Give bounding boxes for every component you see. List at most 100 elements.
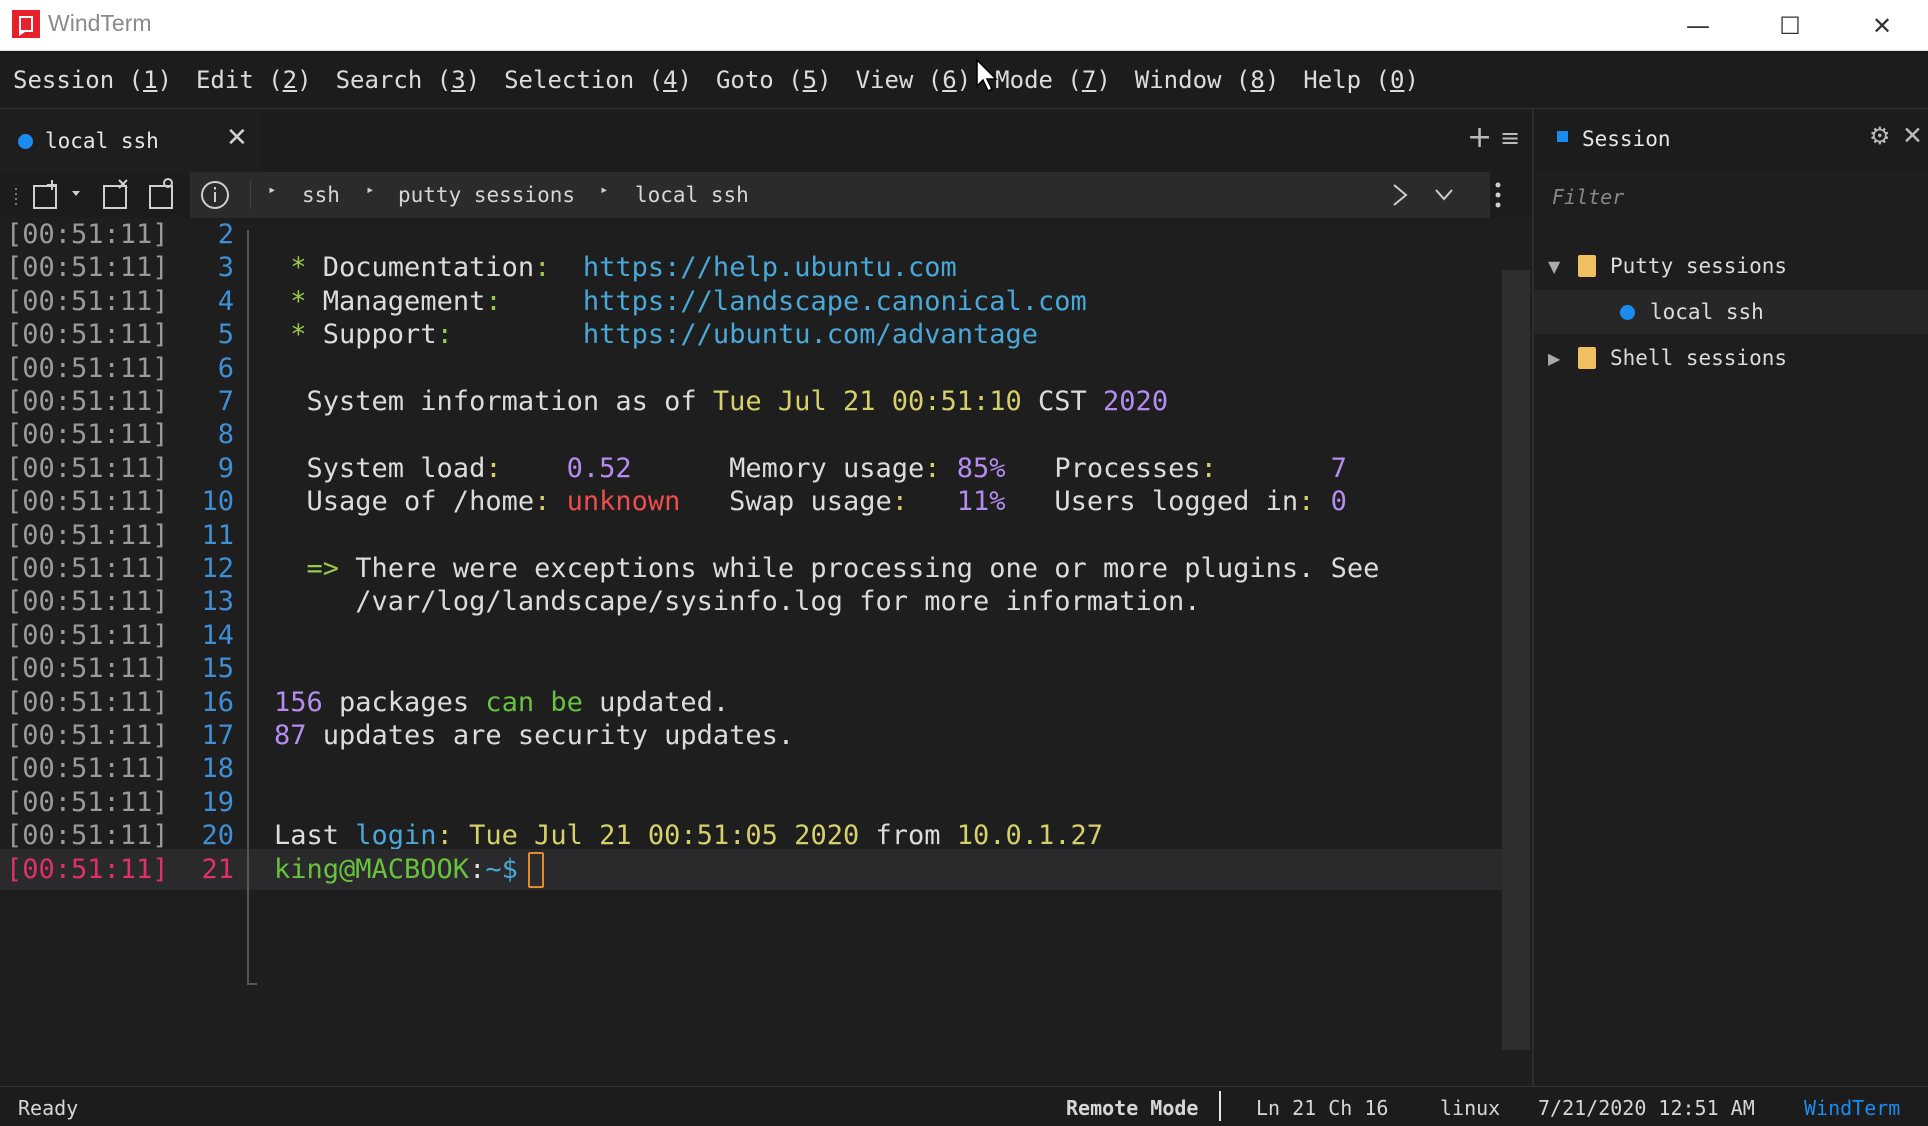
folder-icon: [1578, 255, 1596, 277]
tab-bar: local ssh ✕ + ≡: [0, 110, 1532, 172]
menu-item-view[interactable]: View (6): [856, 66, 972, 94]
tree-item-label: Shell sessions: [1610, 346, 1788, 370]
status-os[interactable]: linux: [1440, 1096, 1500, 1120]
line-content: king@MACBOOK:~$: [274, 849, 544, 890]
fold-guide-end: [247, 983, 257, 985]
line-text-segment: 10.0.1.27: [956, 820, 1104, 852]
breadcrumb-arrow-icon: ▸: [268, 182, 277, 198]
expand-chevron-right-icon[interactable]: ▶: [1548, 349, 1560, 368]
line-text-segment: :: [436, 820, 470, 852]
chevron-down-icon[interactable]: [1434, 187, 1454, 203]
toolbar: ▸ ssh ▸ putty sessions ▸ local ssh: [0, 172, 1532, 218]
menu-item-label: Goto: [715, 65, 774, 94]
terminal-output[interactable]: [00:51:11] 2 [00:51:11] 3 * Documentation: …: [0, 218, 1502, 1086]
gear-icon[interactable]: ⚙: [1869, 122, 1891, 150]
forward-chevron-icon[interactable]: [1390, 183, 1410, 207]
menu-item-help[interactable]: Help (0): [1303, 66, 1419, 94]
expand-chevron-down-icon[interactable]: ▼: [1548, 257, 1560, 276]
terminal-scrollbar[interactable]: [1502, 270, 1530, 1050]
line-text-segment: There were exceptions while processing o…: [355, 553, 1380, 584]
line-text-segment: 156: [274, 686, 323, 718]
breadcrumb-item-putty-sessions[interactable]: putty sessions: [398, 183, 575, 207]
minimize-button[interactable]: —: [1652, 0, 1744, 51]
session-panel: Session ⚙ ✕ ▼ Putty sessions local ssh ▶…: [1532, 110, 1928, 1086]
tree-item-local-ssh[interactable]: local ssh: [1534, 290, 1928, 334]
line-text-segment[interactable]: https://help.ubuntu.com: [583, 252, 957, 283]
menu-item-session[interactable]: Session (1): [13, 66, 172, 94]
line-text-segment: 87: [274, 720, 307, 751]
breadcrumb-divider: [250, 181, 251, 209]
menu-item-shortcut: 8: [1250, 65, 1265, 94]
breadcrumb-item-local-ssh[interactable]: local ssh: [635, 183, 749, 207]
folder-icon: [1578, 347, 1596, 369]
close-session-icon[interactable]: [103, 179, 128, 209]
line-text-segment: packages: [322, 686, 486, 718]
line-timestamp: [00:51:11]: [6, 853, 169, 885]
menu-item-window[interactable]: Window (8): [1135, 66, 1280, 94]
line-text-segment: Tue Jul 21 00:51:10: [712, 386, 1022, 417]
line-text-segment: *: [274, 252, 323, 284]
menu-bar: Session (1) Edit (2) Search (3) Selection (…: [0, 51, 1928, 109]
breadcrumb-item-ssh[interactable]: ssh: [302, 183, 340, 207]
tab-list-menu-icon[interactable]: ≡: [1500, 124, 1520, 152]
menu-item-label: Search: [335, 65, 423, 94]
menu-item-shortcut: 1: [143, 65, 158, 94]
menu-item-search[interactable]: Search (3): [336, 66, 481, 94]
tree-item-putty-sessions[interactable]: ▼ Putty sessions: [1534, 244, 1928, 288]
menu-item-label: Help: [1303, 65, 1362, 94]
tab-local-ssh[interactable]: local ssh ✕: [0, 110, 260, 172]
line-text-segment[interactable]: https://ubuntu.com/advantage: [583, 319, 1038, 350]
line-text-segment[interactable]: https://landscape.canonical.com: [583, 286, 1087, 317]
mouse-pointer-icon: [976, 58, 998, 93]
tab-close-icon[interactable]: ✕: [226, 123, 248, 153]
window-title: WindTerm: [48, 10, 152, 36]
menu-item-shortcut: 4: [663, 65, 678, 94]
line-text-segment: Last: [274, 820, 356, 852]
line-text-segment: Support: [322, 319, 437, 351]
info-icon[interactable]: [200, 180, 230, 210]
panel-close-icon[interactable]: ✕: [1902, 121, 1923, 150]
line-text-segment: System load: [274, 452, 486, 484]
session-panel-title[interactable]: Session: [1582, 127, 1671, 151]
new-session-icon[interactable]: [33, 180, 57, 209]
status-mode[interactable]: Remote Mode: [1066, 1096, 1198, 1120]
line-text-segment: :: [534, 486, 567, 518]
title-bar: WindTerm — ☐ ✕: [0, 0, 1928, 51]
fold-guide-line: [247, 230, 249, 985]
duplicate-session-icon[interactable]: [149, 178, 173, 209]
status-bar: Ready Remote Mode Ln 21 Ch 16 linux 7/21…: [0, 1086, 1928, 1126]
status-cursor-position[interactable]: Ln 21 Ch 16: [1256, 1096, 1388, 1120]
tree-item-label: Putty sessions: [1610, 254, 1788, 278]
tab-label: local ssh: [45, 129, 159, 153]
session-filter-input[interactable]: [1542, 176, 1922, 218]
line-text-segment: :: [485, 285, 583, 317]
line-text-segment: :: [891, 486, 957, 518]
line-text-segment: 7: [1330, 452, 1347, 484]
tree-item-shell-sessions[interactable]: ▶ Shell sessions: [1534, 336, 1928, 380]
line-text-segment: Tue Jul 21 00:51:05 2020: [469, 820, 860, 852]
menu-item-shortcut: 2: [282, 65, 298, 94]
new-tab-icon[interactable]: +: [1467, 120, 1492, 155]
line-text-segment: unknown: [566, 486, 681, 518]
maximize-icon: ☐: [1779, 11, 1801, 40]
session-status-dot-icon: [1620, 304, 1635, 320]
breadcrumb: ▸ ssh ▸ putty sessions ▸ local ssh: [190, 172, 1490, 218]
close-button[interactable]: ✕: [1836, 0, 1928, 51]
line-text-segment: :: [534, 252, 583, 284]
terminal-cursor: [527, 852, 544, 889]
session-panel-header: Session ⚙ ✕: [1534, 110, 1928, 172]
line-text-segment: Processes: [1005, 452, 1201, 484]
menu-item-mode[interactable]: Mode (7): [995, 66, 1111, 94]
terminal-current-line: [00:51:11] 21 king@MACBOOK:~$: [0, 848, 1502, 890]
line-text-segment: 0.52: [566, 452, 632, 484]
more-options-icon[interactable]: [1490, 180, 1506, 210]
dropdown-chevron-icon[interactable]: [72, 191, 80, 196]
line-text-segment: login: [355, 820, 437, 852]
menu-item-goto[interactable]: Goto (5): [716, 66, 832, 94]
menu-item-edit[interactable]: Edit (2): [196, 66, 312, 94]
maximize-button[interactable]: ☐: [1744, 0, 1836, 51]
menu-item-selection[interactable]: Selection (4): [504, 66, 692, 94]
status-brand[interactable]: WindTerm: [1804, 1096, 1900, 1120]
line-number: 21: [201, 853, 234, 885]
menu-item-label: Session: [13, 65, 115, 94]
